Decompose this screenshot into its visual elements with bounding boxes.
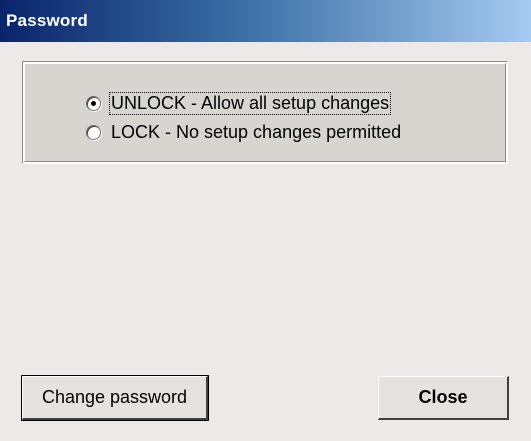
close-button[interactable]: Close <box>378 376 509 420</box>
lock-options-group: UNLOCK - Allow all setup changes LOCK - … <box>22 61 508 164</box>
radio-unlock[interactable]: UNLOCK - Allow all setup changes <box>86 91 392 115</box>
window-title: Password <box>6 11 88 30</box>
radio-lock[interactable]: LOCK - No setup changes permitted <box>86 120 402 144</box>
radio-label-unlock[interactable]: UNLOCK - Allow all setup changes <box>108 91 392 115</box>
radio-button-lock[interactable] <box>86 124 101 140</box>
password-dialog: Password UNLOCK - Allow all setup change… <box>0 0 531 441</box>
radio-selected-dot <box>91 100 96 106</box>
radio-button-unlock[interactable] <box>86 95 101 111</box>
title-bar[interactable]: Password <box>0 0 531 42</box>
radio-label-lock[interactable]: LOCK - No setup changes permitted <box>110 122 402 143</box>
lock-options-panel: UNLOCK - Allow all setup changes LOCK - … <box>24 63 506 162</box>
change-password-button[interactable]: Change password <box>21 375 209 421</box>
